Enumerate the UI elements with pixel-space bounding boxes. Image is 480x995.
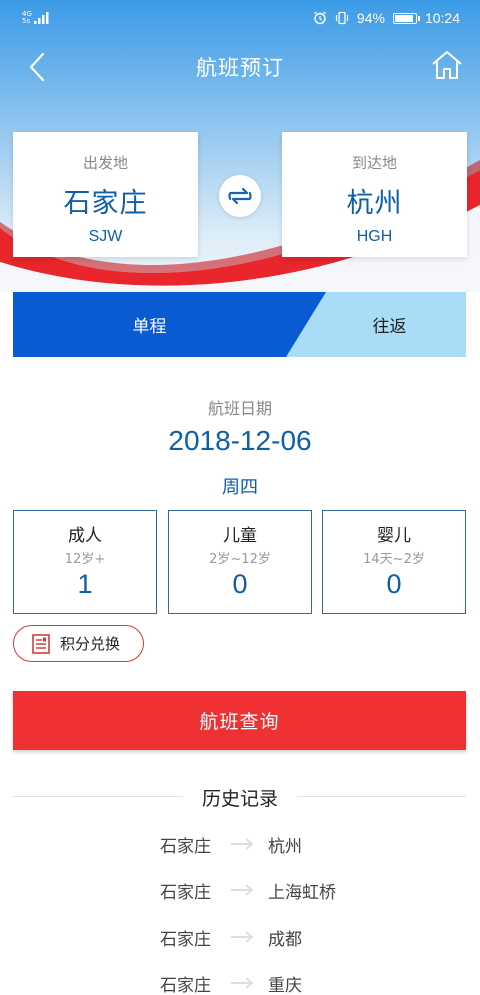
passenger-age-range: 12岁+ [64,552,106,567]
passenger-child[interactable]: 儿童 2岁~12岁 0 [168,510,312,614]
date-picker[interactable]: 2018-12-06 [0,425,480,457]
status-bar: 4G 5s 94% 10:24 [0,0,480,36]
passenger-count: 1 [77,569,93,599]
passenger-type-label: 儿童 [223,526,257,546]
passenger-type-label: 婴儿 [377,526,411,546]
history-from: 石家庄 [160,837,211,857]
passenger-count: 0 [386,569,402,599]
history-to: 成都 [268,930,302,950]
history-from: 石家庄 [160,883,211,903]
date-weekday: 周四 [222,477,258,498]
swap-cities-button[interactable] [219,175,261,217]
navigation-bar: 航班预订 [0,36,480,98]
network-speed: 5s [22,17,31,25]
tab-round-trip[interactable]: 往返 [313,292,466,357]
clock: 10:24 [424,10,460,26]
trip-type-tabs: 单程 往返 [13,292,466,357]
departure-city-card[interactable]: 出发地 石家庄 SJW [13,132,198,257]
route-arrow-icon [231,884,254,896]
history-item[interactable]: 石家庄 上海虹桥 [0,878,480,908]
passenger-age-range: 14天~2岁 [363,552,425,567]
status-network: 4G 5s [22,11,50,25]
history-to: 杭州 [268,837,302,857]
history-item[interactable]: 石家庄 成都 [0,925,480,955]
history-from: 石家庄 [160,930,211,950]
alarm-icon [314,11,326,25]
passenger-age-range: 2岁~12岁 [209,552,271,567]
points-redemption-button[interactable]: 积分兑换 [13,625,144,662]
history-from: 石家庄 [160,976,211,995]
battery-percent: 94% [356,10,385,26]
passenger-adult[interactable]: 成人 12岁+ 1 [13,510,157,614]
signal-icon [33,12,49,24]
history-to: 上海虹桥 [268,883,336,903]
arrival-city-card[interactable]: 到达地 杭州 HGH [282,132,467,257]
history-item[interactable]: 石家庄 杭州 [0,832,480,862]
date-label: 航班日期 [207,399,272,418]
departure-code: SJW [88,228,123,245]
route-arrow-icon [231,838,254,850]
arrival-caption: 到达地 [351,154,397,172]
battery-icon [392,12,420,24]
arrival-city: 杭州 [346,188,403,219]
points-label: 积分兑换 [60,635,121,653]
passenger-count: 0 [232,569,248,599]
search-flights-button[interactable]: 航班查询 [13,691,466,750]
history-item[interactable]: 石家庄 重庆 [0,971,480,995]
swap-icon [228,187,252,205]
tab-one-way[interactable]: 单程 [13,292,286,357]
departure-city: 石家庄 [63,188,148,219]
page-title: 航班预订 [196,56,284,80]
history-to: 重庆 [268,976,302,995]
arrival-code: HGH [356,228,393,245]
route-arrow-icon [231,931,254,943]
history-title: 历史记录 [201,788,278,810]
back-arrow-icon[interactable] [24,50,54,84]
passenger-infant[interactable]: 婴儿 14天~2岁 0 [322,510,466,614]
route-arrow-icon [231,977,254,989]
points-icon [32,633,50,654]
departure-caption: 出发地 [82,154,128,172]
passenger-type-label: 成人 [68,526,102,546]
home-icon[interactable] [430,48,464,82]
vibrate-icon [335,11,349,25]
